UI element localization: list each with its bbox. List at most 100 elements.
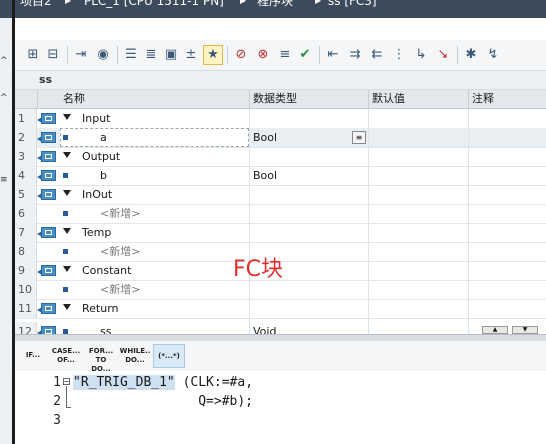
- window-divider: [12, 0, 15, 444]
- add-new-placeholder[interactable]: <新增>: [100, 280, 140, 299]
- fold-guide-end: [66, 407, 71, 408]
- row-number: 5: [15, 185, 37, 204]
- snippet-label: DO...: [125, 356, 145, 364]
- outdent-icon[interactable]: ≣: [143, 47, 159, 63]
- fold-toggle-icon[interactable]: −: [63, 378, 70, 386]
- snippet-label: FOR...: [88, 347, 114, 355]
- column-type-header[interactable]: 数据类型: [253, 90, 297, 108]
- table-row[interactable]: 7 Temp: [15, 223, 546, 243]
- code-line-2[interactable]: Q=>#b);: [73, 394, 253, 409]
- name-edit-cell[interactable]: [60, 128, 249, 147]
- breadcrumb-sep-icon: ▶: [240, 0, 247, 5]
- collapse-icon[interactable]: ^: [0, 56, 8, 66]
- right-indent-icon[interactable]: ⇉: [347, 47, 363, 63]
- row-name: Temp: [82, 226, 112, 239]
- breadcrumb-blocks[interactable]: 程序块: [257, 0, 293, 8]
- table-row[interactable]: 11 Return: [15, 299, 546, 319]
- table-row[interactable]: 4 b Bool: [15, 166, 546, 186]
- type-dropdown-icon[interactable]: ≡: [352, 131, 366, 144]
- breakpoint-icon[interactable]: ±: [183, 47, 199, 63]
- code-line-1[interactable]: "R_TRIG_DB_1" (CLK:=#a,: [73, 375, 253, 390]
- uncomment-icon[interactable]: ⊗: [255, 47, 271, 63]
- row-type[interactable]: Bool: [253, 166, 277, 185]
- add-new-placeholder[interactable]: <新增>: [100, 204, 140, 223]
- section-port-icon: [37, 303, 56, 314]
- variable-icon: [63, 135, 68, 140]
- row-number: 6: [15, 204, 37, 223]
- breadcrumb-plc[interactable]: PLC_1 [CPU 1511-1 PN]: [84, 0, 224, 8]
- status-icon[interactable]: ↳: [413, 47, 429, 63]
- row-name: Output: [82, 150, 121, 163]
- scroll-up-icon[interactable]: ^: [0, 93, 8, 103]
- format-icon[interactable]: ⇇: [369, 47, 385, 63]
- fb-instance-name[interactable]: "R_TRIG_DB_1": [73, 375, 175, 390]
- scl-code-editor[interactable]: 1 2 3 − "R_TRIG_DB_1" (CLK:=#a, Q=>#b);: [15, 371, 546, 444]
- variable-icon: [63, 249, 68, 254]
- expand-triangle-icon[interactable]: [63, 266, 71, 272]
- monitor-icon[interactable]: ◉: [95, 47, 111, 63]
- line-number: 3: [53, 413, 61, 428]
- expand-triangle-icon[interactable]: [63, 152, 71, 158]
- row-type[interactable]: Bool: [253, 128, 277, 147]
- snippet-case[interactable]: CASE... OF...: [51, 344, 81, 371]
- expand-triangle-icon[interactable]: [63, 114, 71, 120]
- row-name[interactable]: b: [100, 166, 107, 185]
- left-indent-icon[interactable]: ⇤: [325, 47, 341, 63]
- variable-icon: [63, 173, 68, 178]
- jump-to-icon[interactable]: ⇥: [73, 47, 89, 63]
- go-icon[interactable]: ↯: [485, 47, 501, 63]
- expand-triangle-icon[interactable]: [63, 304, 71, 310]
- breadcrumb-block[interactable]: ss [FC3]: [328, 0, 377, 8]
- row-number: 7: [15, 223, 37, 242]
- snippet-label: WHILE..: [119, 347, 151, 355]
- breadcrumb-project[interactable]: 项目2: [20, 0, 52, 8]
- row-name[interactable]: a: [100, 128, 107, 147]
- table-row[interactable]: 5 InOut: [15, 185, 546, 205]
- table-row[interactable]: 1 Input: [15, 109, 546, 129]
- table-row-selected[interactable]: 2 a Bool ≡: [15, 128, 546, 148]
- insert-row-icon[interactable]: ⊞: [25, 47, 41, 63]
- table-row[interactable]: 10 <新增>: [15, 280, 546, 300]
- comment-icon[interactable]: ⊘: [233, 47, 249, 63]
- toolbar-separator: [67, 46, 68, 64]
- scroll-down-icon[interactable]: ▼: [512, 326, 538, 334]
- snapshot-icon[interactable]: ↘: [435, 47, 451, 63]
- snippet-comment[interactable]: (*...*): [153, 344, 185, 368]
- column-comment-header[interactable]: 注释: [472, 90, 494, 108]
- variable-icon: [63, 287, 68, 292]
- expand-triangle-icon[interactable]: [63, 228, 71, 234]
- add-row-icon[interactable]: ⊟: [45, 47, 61, 63]
- column-default-header[interactable]: 默认值: [372, 90, 405, 108]
- line-number: 2: [53, 394, 61, 409]
- table-row[interactable]: 12 ss Void: [15, 318, 546, 335]
- block-call-icon[interactable]: ▣: [163, 47, 179, 63]
- check-icon[interactable]: ✔: [297, 47, 313, 63]
- scroll-up-icon[interactable]: ▲: [482, 326, 508, 334]
- breadcrumb-sep-icon: ▶: [315, 0, 322, 5]
- watch-icon[interactable]: ⋮: [391, 47, 407, 63]
- menu-icon[interactable]: ≡: [0, 175, 8, 185]
- column-separator: [368, 90, 369, 108]
- column-separator: [468, 90, 469, 108]
- highlight-icon[interactable]: ★: [203, 45, 223, 65]
- line-number: 1: [53, 375, 61, 390]
- table-row[interactable]: 6 <新增>: [15, 204, 546, 224]
- indent-icon[interactable]: ☰: [123, 47, 139, 63]
- column-name-header[interactable]: 名称: [63, 90, 85, 108]
- section-port-icon: [37, 113, 56, 124]
- output-port-icon: [37, 170, 56, 181]
- add-new-placeholder[interactable]: <新增>: [100, 242, 140, 261]
- row-name: Constant: [82, 264, 132, 277]
- section-port-icon: [37, 189, 56, 200]
- align-icon[interactable]: ≡: [277, 47, 293, 63]
- column-separator: [249, 90, 250, 108]
- snippet-while[interactable]: WHILE.. DO...: [119, 344, 151, 371]
- expand-triangle-icon[interactable]: [63, 190, 71, 196]
- bookmark-icon[interactable]: ✱: [463, 47, 479, 63]
- row-number: 9: [15, 261, 37, 280]
- table-row[interactable]: 3 Output: [15, 147, 546, 167]
- snippet-label: (*...*): [158, 352, 180, 360]
- input-port-icon: [37, 132, 56, 143]
- snippet-for[interactable]: FOR... TO DO...: [85, 344, 117, 373]
- row-number: 8: [15, 242, 37, 261]
